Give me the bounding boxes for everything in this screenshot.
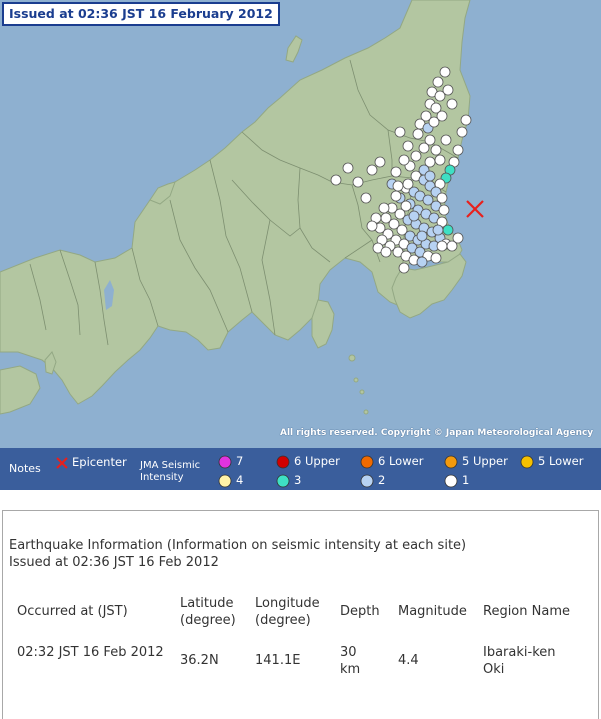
legend-item-label: 4 <box>236 473 244 487</box>
epicenter-legend-icon <box>56 457 68 469</box>
legend-intensity-label-line1: JMA Seismic <box>140 460 201 471</box>
station-marker-intensity-1 <box>436 110 448 122</box>
station-marker-intensity-2 <box>424 170 436 182</box>
header-magnitude: Magnitude <box>398 604 467 619</box>
station-marker-intensity-1 <box>460 114 472 126</box>
station-marker-intensity-1 <box>390 190 402 202</box>
legend-item-label: 5 Lower <box>538 454 584 468</box>
value-region: Ibaraki-ken Oki <box>483 645 556 677</box>
value-magnitude: 4.4 <box>398 653 419 668</box>
header-longitude: Longitude (degree) <box>255 596 320 628</box>
station-marker-intensity-1 <box>366 220 378 232</box>
intensity-6upper-swatch <box>276 455 290 469</box>
map-canvas <box>0 0 601 448</box>
header-occurred: Occurred at (JST) <box>17 604 128 619</box>
station-marker-intensity-1 <box>430 252 442 264</box>
station-marker-intensity-1 <box>394 126 406 138</box>
legend-item-label: 2 <box>378 473 386 487</box>
station-marker-intensity-1 <box>432 76 444 88</box>
station-marker-intensity-1 <box>400 200 412 212</box>
station-marker-intensity-1 <box>442 84 454 96</box>
legend-epicenter-label: Epicenter <box>72 455 127 469</box>
legend-item-label: 6 Lower <box>378 454 424 468</box>
header-region: Region Name <box>483 604 570 619</box>
legend-item-label: 5 Upper <box>462 454 508 468</box>
intensity-4-swatch <box>218 474 232 488</box>
intensity-2-swatch <box>360 474 374 488</box>
station-marker-intensity-2 <box>416 230 428 242</box>
station-marker-intensity-2 <box>416 256 428 268</box>
station-marker-intensity-1 <box>452 232 464 244</box>
value-longitude: 141.1E <box>255 653 301 668</box>
station-marker-intensity-1 <box>398 262 410 274</box>
station-marker-intensity-1 <box>352 176 364 188</box>
station-marker-intensity-1 <box>410 150 422 162</box>
station-marker-intensity-1 <box>418 142 430 154</box>
station-marker-intensity-1 <box>440 134 452 146</box>
izu-island <box>359 389 365 395</box>
station-marker-intensity-1 <box>342 162 354 174</box>
value-occurred: 02:32 JST 16 Feb 2012 <box>17 645 164 660</box>
station-marker-intensity-1 <box>434 154 446 166</box>
intensity-5upper-swatch <box>444 455 458 469</box>
station-marker-intensity-1 <box>456 126 468 138</box>
station-marker-intensity-1 <box>390 166 402 178</box>
izu-island <box>363 409 369 415</box>
station-marker-intensity-1 <box>380 246 392 258</box>
station-marker-intensity-1 <box>360 192 372 204</box>
station-marker-intensity-1 <box>374 156 386 168</box>
value-latitude: 36.2N <box>180 653 219 668</box>
legend-intensity-label-line2: Intensity <box>140 472 184 483</box>
station-marker-intensity-1 <box>452 144 464 156</box>
station-marker-intensity-2 <box>432 224 444 236</box>
copyright-notice: All rights reserved. Copyright © Japan M… <box>280 428 594 438</box>
station-marker-intensity-1 <box>439 66 451 78</box>
legend-notes-label: Notes <box>9 462 41 475</box>
station-marker-intensity-1 <box>402 140 414 152</box>
intensity-7-swatch <box>218 455 232 469</box>
station-marker-intensity-1 <box>398 154 410 166</box>
station-marker-intensity-1 <box>430 144 442 156</box>
legend-item-label: 1 <box>462 473 470 487</box>
intensity-1-swatch <box>444 474 458 488</box>
legend-item-label: 7 <box>236 454 244 468</box>
header-latitude: Latitude (degree) <box>180 596 236 628</box>
station-marker-intensity-2 <box>408 210 420 222</box>
intensity-3-swatch <box>276 474 290 488</box>
station-marker-intensity-1 <box>330 174 342 186</box>
station-marker-intensity-1 <box>392 180 404 192</box>
header-depth: Depth <box>340 604 380 619</box>
station-marker-intensity-3 <box>442 224 454 236</box>
station-marker-intensity-1 <box>446 98 458 110</box>
izu-island <box>348 354 356 362</box>
seismic-intensity-map: Issued at 02:36 JST 16 February 2012 All… <box>0 0 601 448</box>
legend-item-label: 6 Upper <box>294 454 340 468</box>
izu-island <box>353 377 359 383</box>
issued-banner: Issued at 02:36 JST 16 February 2012 <box>2 2 280 26</box>
legend-bar: Notes Epicenter JMA Seismic Intensity 7 … <box>0 448 601 490</box>
value-depth: 30 km <box>340 645 361 677</box>
info-title: Earthquake Information (Information on s… <box>9 538 467 553</box>
intensity-5lower-swatch <box>520 455 534 469</box>
info-issued: Issued at 02:36 JST 16 Feb 2012 <box>9 555 219 570</box>
station-marker-intensity-1 <box>378 202 390 214</box>
station-marker-intensity-1 <box>366 164 378 176</box>
legend-item-label: 3 <box>294 473 302 487</box>
intensity-6lower-swatch <box>360 455 374 469</box>
station-marker-intensity-1 <box>436 240 448 252</box>
earthquake-info-panel: Earthquake Information (Information on s… <box>2 510 599 719</box>
station-marker-intensity-1 <box>438 204 450 216</box>
station-marker-intensity-1 <box>412 128 424 140</box>
station-marker-intensity-1 <box>402 178 414 190</box>
